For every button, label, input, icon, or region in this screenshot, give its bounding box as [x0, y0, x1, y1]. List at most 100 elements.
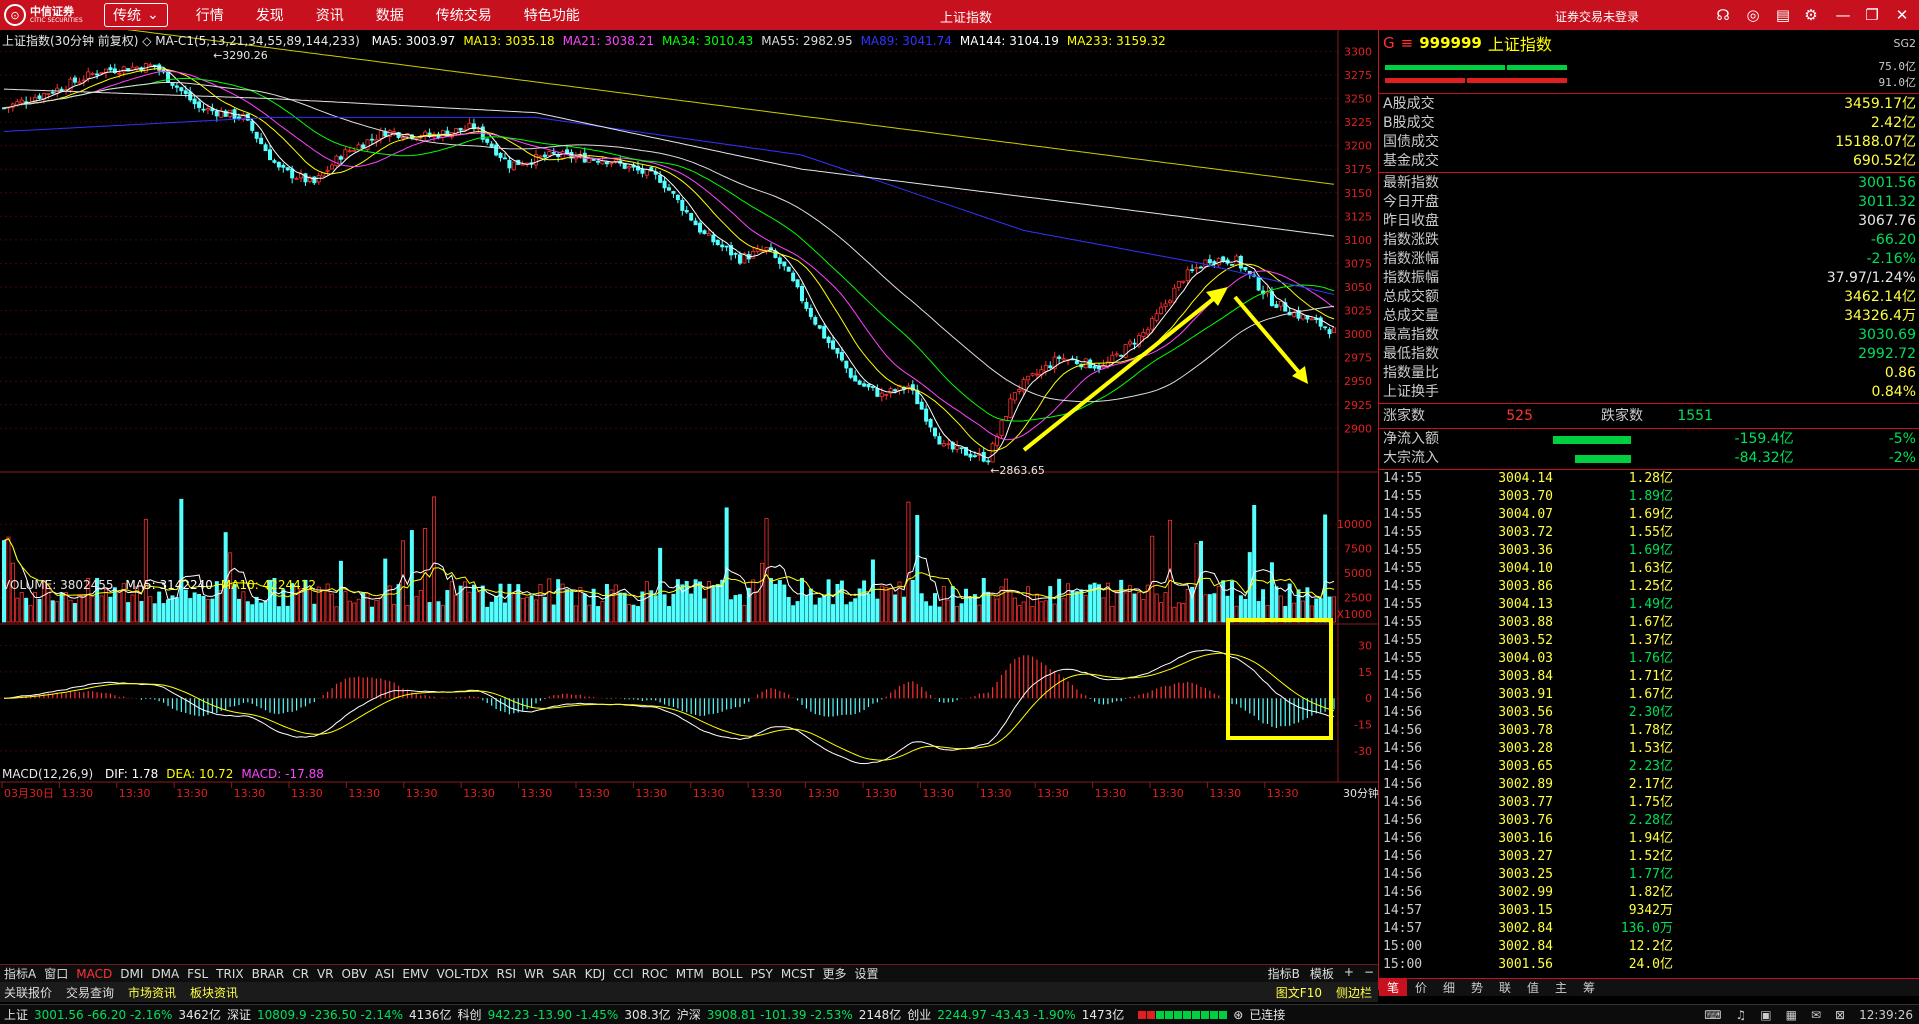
notes-icon[interactable]: ▤	[1773, 5, 1793, 25]
bottom-tab-1[interactable]: 交易查询	[66, 984, 114, 1001]
keyboard-icon[interactable]: ⌨	[1704, 1008, 1721, 1022]
volume-bar	[768, 578, 773, 623]
volume-bar	[414, 596, 419, 623]
gear-icon[interactable]: ⚙	[1801, 5, 1821, 25]
candle-body	[591, 159, 596, 161]
candle-body	[596, 160, 601, 163]
volume-bar	[631, 604, 636, 623]
quote-tab-4[interactable]: 联	[1491, 979, 1519, 996]
indicator-tab-19[interactable]: ROC	[642, 967, 668, 981]
indicator-tab-17[interactable]: KDJ	[585, 967, 606, 981]
mail-icon[interactable]: ⊠	[1835, 1008, 1845, 1022]
candle-body	[684, 210, 689, 213]
quote-tab-3[interactable]: 势	[1463, 979, 1491, 996]
indicator-right-2[interactable]: +	[1344, 965, 1354, 982]
quote-tab-1[interactable]: 价	[1407, 979, 1435, 996]
indicator-right-0[interactable]: 指标B	[1268, 965, 1300, 982]
bottom-tab-3[interactable]: 板块资讯	[190, 984, 238, 1001]
volume-bar	[347, 600, 352, 623]
indicator-tab-9[interactable]: VR	[317, 967, 334, 981]
indicator-tab-22[interactable]: PSY	[751, 967, 773, 981]
quote-tab-0[interactable]: 笔	[1379, 979, 1407, 996]
indicator-tab-5[interactable]: FSL	[187, 967, 208, 981]
indicator-tab-25[interactable]: 设置	[855, 965, 879, 982]
volume-bar	[848, 601, 853, 623]
mode-dropdown[interactable]: 传统 ⌄	[104, 3, 168, 27]
bottom-tab-0[interactable]: 关联报价	[4, 984, 52, 1001]
indicator-tab-8[interactable]: CR	[292, 967, 309, 981]
indicator-tab-0[interactable]: 指标A	[4, 965, 36, 982]
kline-chart[interactable]: 3300327532503225320031753150312531003075…	[0, 13, 1379, 964]
quote-panel-tabs: 笔价细势联值主筹	[1379, 978, 1919, 996]
indicator-tab-14[interactable]: RSI	[497, 967, 517, 981]
candle-body	[90, 73, 95, 75]
volume-bar	[299, 588, 304, 623]
status-cy-label[interactable]: 创业	[907, 1006, 931, 1023]
restore-icon[interactable]: ❐	[1862, 5, 1882, 25]
menu-item-5[interactable]: 特色功能	[524, 5, 580, 25]
legend-maLegend-2: MA21: 3038.21	[562, 34, 654, 48]
indicator-tab-1[interactable]: 窗口	[44, 965, 68, 982]
menu-item-4[interactable]: 传统交易	[436, 5, 492, 25]
turnover-section: A股成交 3459.17亿 B股成交 2.42亿 国债成交 15188.07亿 基金成交 69…	[1379, 94, 1919, 173]
bottom-right-1[interactable]: 侧边栏	[1336, 984, 1372, 1001]
volume-bar	[24, 597, 29, 623]
connection-status: 已连接	[1249, 1008, 1286, 1022]
support-icon[interactable]: ◎	[1743, 5, 1763, 25]
menu-item-3[interactable]: 数据	[376, 5, 404, 25]
menu-item-2[interactable]: 资讯	[316, 5, 344, 25]
status-sh-label[interactable]: 上证	[4, 1006, 28, 1023]
candle-body	[835, 347, 840, 354]
quote-tab-6[interactable]: 主	[1547, 979, 1575, 996]
tick-amount: 2.30亿	[1628, 705, 1673, 720]
close-icon[interactable]: ✕	[1892, 5, 1912, 25]
tick-list[interactable]: 14:55 3004.14 1.28亿 14:55 3003.70 1.89亿 14:55 3…	[1379, 470, 1919, 974]
indicator-tab-13[interactable]: VOL-TDX	[437, 967, 489, 981]
indicator-right-1[interactable]: 模板	[1310, 965, 1334, 982]
headset-icon[interactable]: ☊	[1713, 5, 1733, 25]
status-kc-label[interactable]: 科创	[458, 1006, 482, 1023]
minimize-icon[interactable]: —	[1833, 5, 1853, 25]
indicator-tab-12[interactable]: EMV	[402, 967, 428, 981]
tick-time: 14:55	[1383, 561, 1423, 576]
candle-body	[374, 138, 379, 142]
indicator-tab-21[interactable]: BOLL	[712, 967, 743, 981]
indicator-tab-11[interactable]: ASI	[375, 967, 394, 981]
tick-amount: 1.69亿	[1628, 543, 1673, 558]
indicator-tab-6[interactable]: TRIX	[216, 967, 243, 981]
bottom-right-0[interactable]: 图文F10	[1276, 984, 1322, 1001]
indicator-tab-7[interactable]: BRAR	[252, 967, 285, 981]
bell-icon[interactable]: ♫	[1736, 1008, 1747, 1022]
indicator-right-3[interactable]: −	[1364, 965, 1374, 982]
indicator-tab-16[interactable]: SAR	[552, 967, 576, 981]
tick-row: 14:56 3003.65 2.23亿	[1379, 758, 1919, 776]
indicator-tab-3[interactable]: DMI	[120, 967, 143, 981]
indicator-tab-24[interactable]: 更多	[823, 965, 847, 982]
stat-row: 上证换手 0.84%	[1379, 383, 1919, 402]
message-icon[interactable]: ✉	[1811, 1008, 1821, 1022]
screenshot-icon[interactable]: ▣	[1760, 1008, 1771, 1022]
indicator-tab-4[interactable]: DMA	[151, 967, 179, 981]
stat-row: 指数振幅 37.97/1.24%	[1379, 269, 1919, 288]
indicator-tab-2[interactable]: MACD	[76, 967, 112, 981]
indicator-tab-23[interactable]: MCST	[781, 967, 815, 981]
calculator-icon[interactable]: ▦	[1786, 1008, 1797, 1022]
indicator-tab-15[interactable]: WR	[524, 967, 544, 981]
bottom-tab-2[interactable]: 市场资讯	[128, 984, 176, 1001]
trade-login-status[interactable]: 证券交易未登录	[1555, 8, 1639, 25]
status-kc-amount: 308.3亿	[624, 1008, 671, 1022]
quote-tab-5[interactable]: 值	[1519, 979, 1547, 996]
indicator-tab-18[interactable]: CCI	[613, 967, 633, 981]
status-hs-label[interactable]: 沪深	[677, 1006, 701, 1023]
indicator-tab-20[interactable]: MTM	[676, 967, 704, 981]
status-sz-label[interactable]: 深证	[227, 1006, 251, 1023]
chart-area[interactable]: 3300 3275 3250 3225 3200 3175 3150 3125 3100 3075…	[0, 13, 1379, 990]
app-logo: ⊙ 中信证券 CITIC SECURITIES	[0, 4, 100, 26]
menu-item-1[interactable]: 发现	[256, 5, 284, 25]
quote-tab-2[interactable]: 细	[1435, 979, 1463, 996]
quote-tab-7[interactable]: 筹	[1575, 979, 1603, 996]
menu-icon[interactable]: ≡	[1401, 34, 1414, 52]
indicator-tab-10[interactable]: OBV	[342, 967, 368, 981]
menu-item-0[interactable]: 行情	[196, 5, 224, 25]
tick-row: 14:55 3003.84 1.71亿	[1379, 668, 1919, 686]
